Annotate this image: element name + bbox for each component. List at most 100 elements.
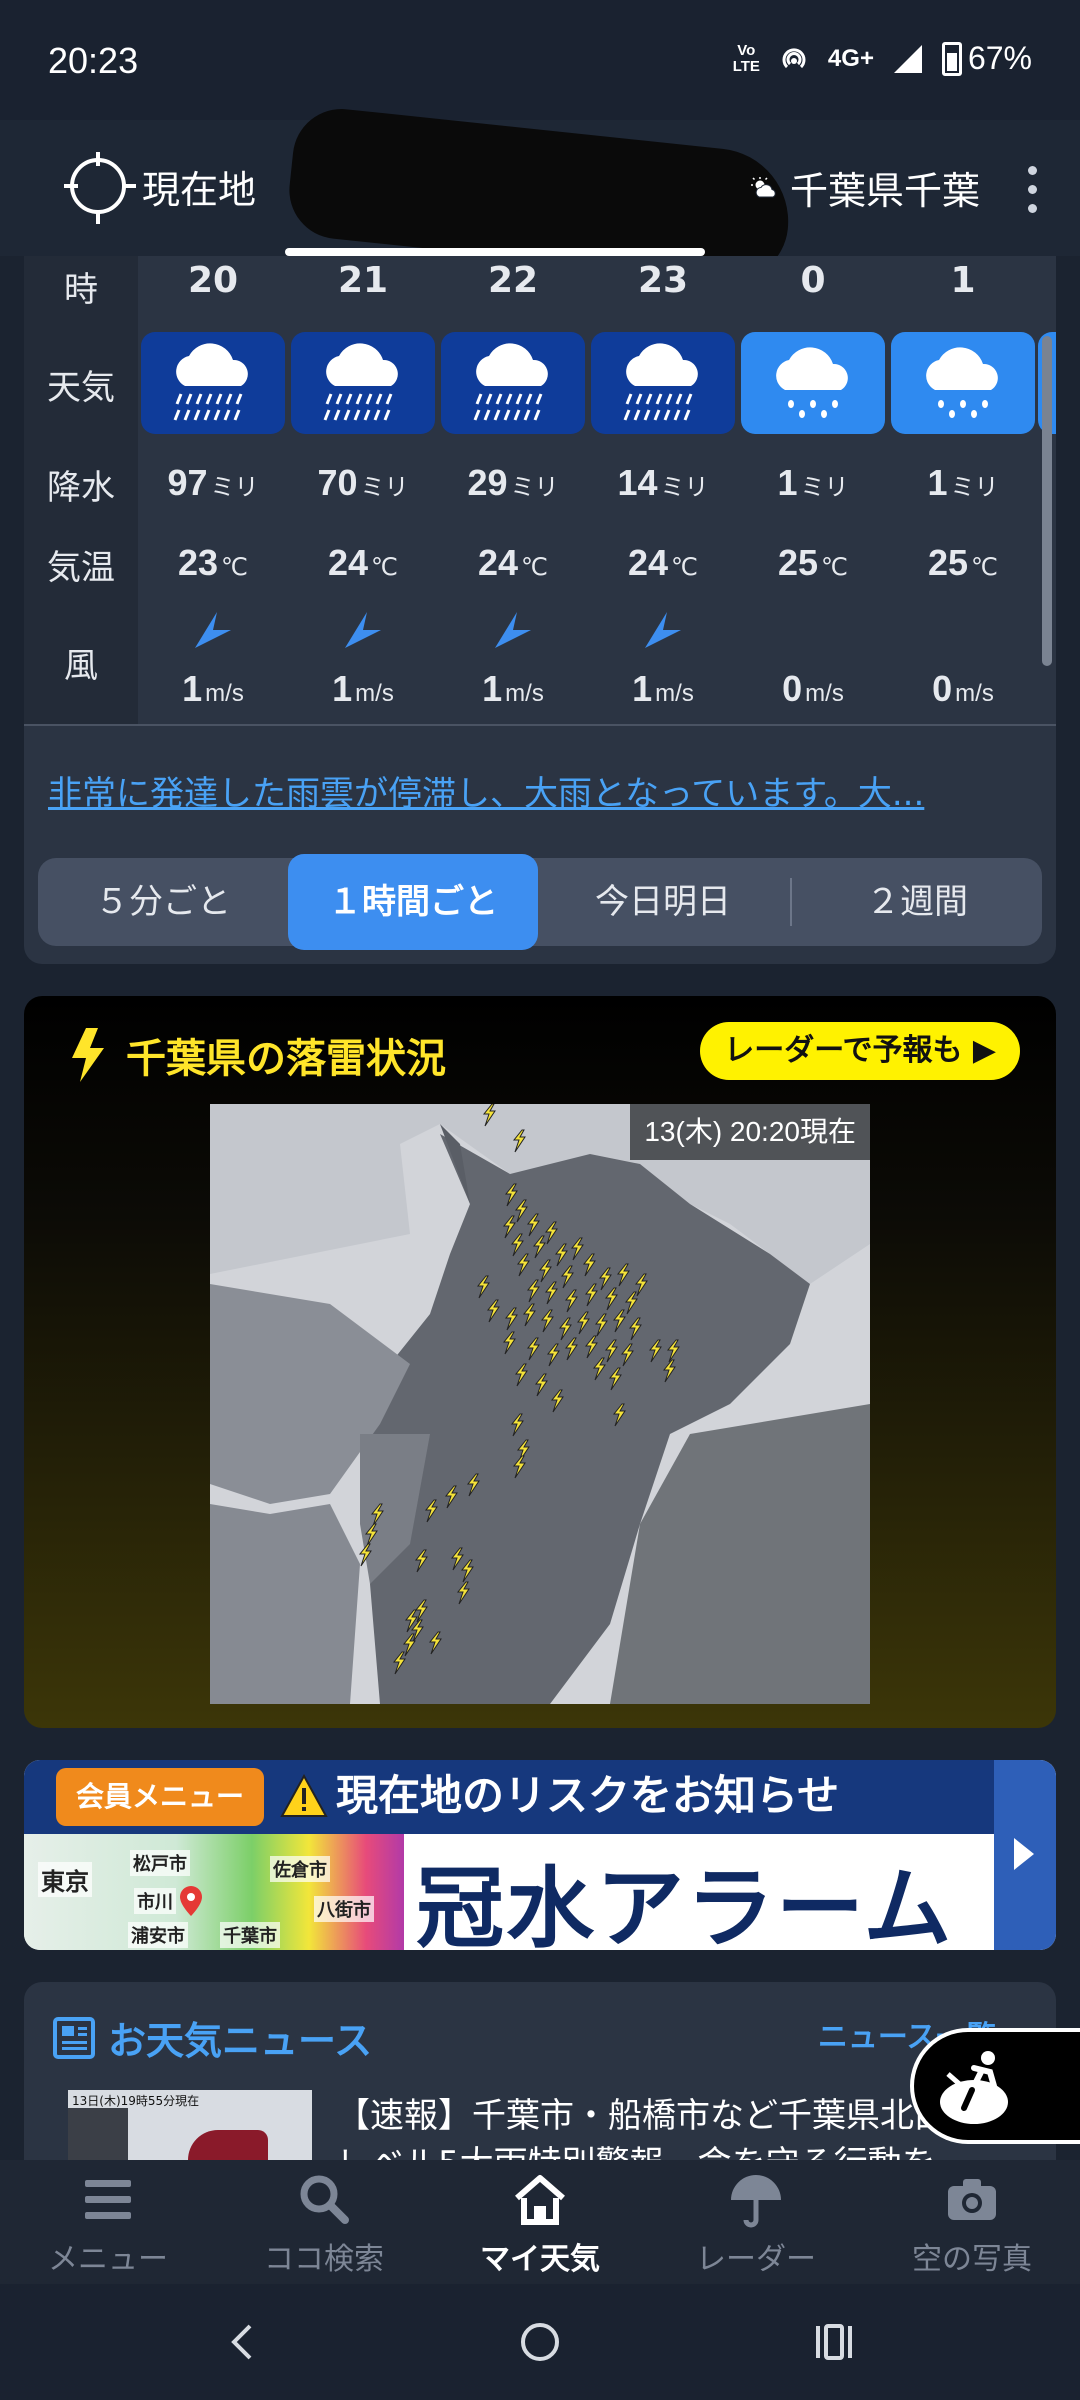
area-tab-label: 千葉県千葉 (789, 169, 980, 213)
forecast-temp: 24 ℃ (628, 542, 698, 583)
lightning-title-text: 千葉県の落雷状況 (126, 1036, 446, 1082)
heavy-rain-icon (591, 332, 735, 434)
nav-radar[interactable]: レーダー (648, 2170, 864, 2278)
map-label: 千葉市 (220, 1922, 280, 1948)
crosshair-icon (64, 152, 136, 224)
location-header: 現在地 千葉県千葉 (0, 104, 1080, 286)
forecast-hour: 0 (800, 260, 826, 301)
search-icon (300, 2175, 349, 2224)
nav-my-weather[interactable]: マイ天気 (432, 2170, 648, 2278)
current-location-label: 現在地 (142, 167, 257, 212)
nav-sky-photos[interactable]: 空の写真 (864, 2170, 1080, 2278)
forecast-column: 1 1 ミリ 25 ℃ 0 m/s (888, 256, 1038, 724)
forecast-wind: 0 m/s (932, 668, 994, 709)
rain-icon (741, 332, 885, 434)
forecast-row-labels: 時 天気 降水 気温 風 (24, 256, 138, 724)
rain-icon (891, 332, 1035, 434)
forecast-scrollbar[interactable] (1042, 336, 1052, 666)
forecast-hour: 1 (950, 260, 976, 301)
forecast-column: 0 1 ミリ 25 ℃ 0 m/s (738, 256, 888, 724)
lightning-map[interactable]: 13(木) 20:20現在 (210, 1104, 870, 1704)
weather-news-section: お天気ニュース ニュース一覧 > 13日(木)19時55分現在 【速報】千葉市・… (24, 1982, 1056, 2182)
chevron-right-icon (946, 2072, 968, 2104)
label-hour: 時 (64, 270, 98, 310)
system-navigation-bar (0, 2284, 1080, 2400)
forecast-temp: 25 ℃ (928, 542, 998, 583)
map-label: 浦安市 (128, 1922, 188, 1948)
wind-direction-icon (495, 612, 531, 648)
banner-chevron-icon[interactable] (994, 1760, 1056, 1950)
forecast-column: 23 14 ミリ 24 ℃ 1 m/s (588, 256, 738, 724)
weather-alert-link[interactable]: 非常に発達した雨雲が停滞し、大雨となっています。大... (48, 766, 1038, 815)
forecast-hour: 20 (187, 260, 239, 301)
wind-direction-icon (345, 612, 381, 648)
map-label: 東京 (38, 1862, 92, 1897)
segment-2weeks[interactable]: ２週間 (792, 858, 1042, 946)
forecast-hour: 21 (337, 260, 389, 301)
forecast-temp: 24 ℃ (478, 542, 548, 583)
forecast-grid[interactable]: 20 97 ミリ 23 ℃ 1 m/s 21 70 ミリ 24 ℃ 1 m/s 22 29 ミ… (138, 256, 1056, 724)
lightning-title: 千葉県の落雷状況 (68, 1026, 446, 1084)
recent-apps-icon[interactable] (810, 2318, 858, 2366)
hotspot-icon (782, 47, 806, 68)
back-icon[interactable] (220, 2318, 268, 2366)
map-timestamp: 13(木) 20:20現在 (630, 1104, 870, 1160)
status-icons: Vo LTE 4G+ 67% (733, 40, 1032, 77)
nav-search[interactable]: ココ検索 (216, 2170, 432, 2278)
wind-direction-icon (195, 612, 231, 648)
network-type: 4G+ (827, 44, 874, 72)
nav-menu[interactable]: メニュー (0, 2170, 216, 2278)
banner-header: 会員メニュー 現在地のリスクをお知らせ (24, 1760, 994, 1834)
umbrella-icon (731, 2175, 781, 2228)
risk-notice-text: 現在地のリスクをお知らせ (336, 1771, 840, 1820)
map-label: 佐倉市 (270, 1856, 330, 1882)
forecast-precip: 70 ミリ (317, 462, 409, 503)
radar-forecast-button[interactable]: レーダーで予報も ▶ (700, 1022, 1020, 1080)
evacuation-fab[interactable] (910, 2028, 1080, 2144)
hourly-forecast-card: 時 天気 降水 気温 風 20 97 ミリ 23 ℃ 1 m/s 21 70 ミリ 24… (24, 256, 1056, 964)
newspaper-icon (53, 2016, 95, 2059)
forecast-hour: 23 (637, 260, 689, 301)
risk-notice: 現在地のリスクをお知らせ (280, 1766, 839, 1826)
partly-cloudy-icon (750, 176, 776, 197)
signal-icon (893, 44, 922, 73)
home-circle-icon[interactable] (516, 2318, 564, 2366)
forecast-precip: 1 ミリ (927, 462, 999, 503)
status-time: 20:23 (48, 40, 139, 81)
forecast-precip: 1 ミリ (777, 462, 849, 503)
segment-1hour[interactable]: １時間ごと (288, 854, 538, 950)
news-title-text: お天気ニュース (108, 2019, 373, 2063)
forecast-temp: 24 ℃ (328, 542, 398, 583)
map-label: 市川 (134, 1888, 176, 1914)
forecast-wind: 1 m/s (332, 668, 394, 709)
flood-alarm-headline: 冠水アラーム (416, 1857, 954, 1950)
active-tab-indicator (285, 248, 705, 256)
interval-segmented-control: ５分ごと １時間ごと 今日明日 ２週間 (38, 854, 1042, 950)
warning-icon (280, 1774, 328, 1817)
map-label: 松戸市 (130, 1850, 190, 1876)
more-menu-icon[interactable] (1028, 166, 1038, 223)
flood-alarm-banner[interactable]: 会員メニュー 現在地のリスクをお知らせ 東京 松戸市 市川 浦安市 千葉市 佐倉… (24, 1760, 1056, 1950)
home-icon (515, 2175, 565, 2225)
forecast-wind: 1 m/s (182, 668, 244, 709)
area-tab-chiba[interactable]: 千葉県千葉 (750, 160, 980, 215)
heavy-rain-icon (441, 332, 585, 434)
segment-today-tomorrow[interactable]: 今日明日 (538, 858, 788, 946)
forecast-wind: 0 m/s (782, 668, 844, 709)
wind-direction-icon (645, 612, 681, 648)
location-pin-icon (180, 1886, 202, 1916)
segment-5min[interactable]: ５分ごと (38, 858, 288, 946)
label-temp: 気温 (47, 548, 115, 588)
status-bar: 20:23 Vo LTE 4G+ 67% (0, 0, 1080, 120)
battery-percent: 67% (967, 40, 1032, 76)
thumb-caption: 13日(木)19時55分現在 (72, 2094, 200, 2108)
lightning-card: 千葉県の落雷状況 レーダーで予報も ▶ 13(木) 20:20現在 (24, 996, 1056, 1728)
heavy-rain-icon (141, 332, 285, 434)
news-section-title: お天気ニュース (52, 2010, 372, 2065)
forecast-hour: 22 (487, 260, 539, 301)
label-precip: 降水 (47, 468, 115, 508)
current-location-tab[interactable]: 現在地 (64, 152, 257, 224)
lightning-icon (72, 1028, 104, 1082)
forecast-column: 21 70 ミリ 24 ℃ 1 m/s (288, 256, 438, 724)
forecast-precip: 29 ミリ (467, 462, 559, 503)
